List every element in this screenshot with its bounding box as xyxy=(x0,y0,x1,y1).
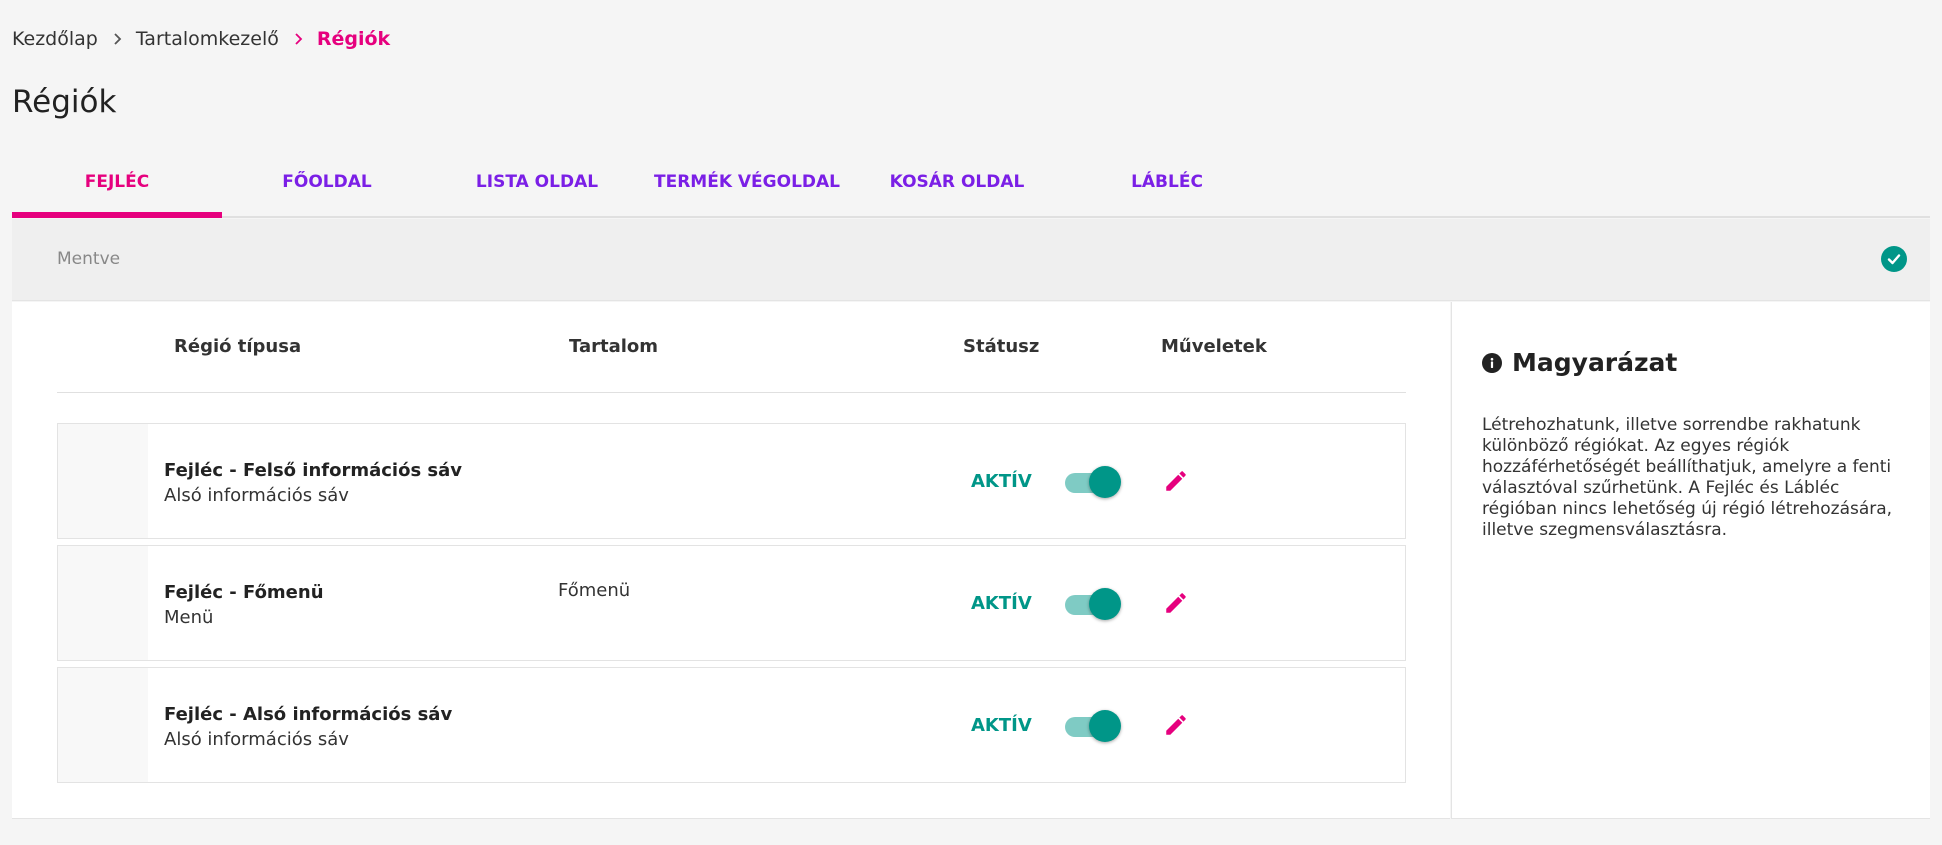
save-status-text: Mentve xyxy=(57,249,121,269)
region-title: Fejléc - Főmenü xyxy=(164,582,324,603)
drag-handle[interactable] xyxy=(58,668,148,782)
chevron-right-icon xyxy=(293,33,303,45)
chevron-right-icon xyxy=(112,33,122,45)
status-toggle[interactable] xyxy=(1063,587,1121,620)
tab-termek-vegoldal[interactable]: TERMÉK VÉGOLDAL xyxy=(642,160,852,216)
breadcrumb-current: Régiók xyxy=(316,28,391,50)
region-subtitle: Alsó információs sáv xyxy=(164,485,349,506)
table-row: Fejléc - Alsó információs sáv Alsó infor… xyxy=(57,667,1406,783)
regions-table-panel: Régió típusa Tartalom Státusz Műveletek … xyxy=(12,302,1450,819)
explanation-title-text: Magyarázat xyxy=(1512,348,1678,377)
status-toggle[interactable] xyxy=(1063,709,1121,742)
edit-icon[interactable] xyxy=(1161,466,1191,496)
region-title: Fejléc - Alsó információs sáv xyxy=(164,704,453,725)
table-row: Fejléc - Főmenü Menü Főmenü AKTÍV xyxy=(57,545,1406,661)
explanation-title: Magyarázat xyxy=(1482,348,1677,377)
region-name: Fejléc - Felső információs sáv Alsó info… xyxy=(164,458,462,508)
page-title: Régiók xyxy=(12,84,117,120)
explanation-panel: Magyarázat Létrehozhatunk, illetve sorre… xyxy=(1451,302,1930,819)
table-row: Fejléc - Felső információs sáv Alsó info… xyxy=(57,423,1406,539)
region-subtitle: Alsó információs sáv xyxy=(164,729,349,750)
status-badge: AKTÍV xyxy=(971,471,1032,492)
region-content: Főmenü xyxy=(558,580,631,601)
table-header: Régió típusa Tartalom Státusz Műveletek xyxy=(57,302,1406,393)
region-title: Fejléc - Felső információs sáv xyxy=(164,460,463,481)
breadcrumb-section-link[interactable]: Tartalomkezelő xyxy=(136,28,279,50)
region-name: Fejléc - Alsó információs sáv Alsó infor… xyxy=(164,702,452,752)
header-region-type: Régió típusa xyxy=(174,336,302,357)
tab-lablec[interactable]: LÁBLÉC xyxy=(1062,160,1272,216)
header-status: Státusz xyxy=(963,336,1040,357)
region-subtitle: Menü xyxy=(164,607,214,628)
tab-fooldal[interactable]: FŐOLDAL xyxy=(222,160,432,216)
status-toggle[interactable] xyxy=(1063,465,1121,498)
tab-lista-oldal[interactable]: LISTA OLDAL xyxy=(432,160,642,216)
check-circle-icon xyxy=(1881,246,1907,272)
tab-fejlec[interactable]: FEJLÉC xyxy=(12,160,222,218)
breadcrumb-home-link[interactable]: Kezdőlap xyxy=(12,28,98,50)
status-badge: AKTÍV xyxy=(971,593,1032,614)
drag-handle[interactable] xyxy=(58,424,148,538)
region-tabs: FEJLÉC FŐOLDAL LISTA OLDAL TERMÉK VÉGOLD… xyxy=(12,160,1930,218)
info-icon xyxy=(1482,352,1502,373)
header-actions: Műveletek xyxy=(1161,336,1267,357)
explanation-text: Létrehozhatunk, illetve sorrendbe rakhat… xyxy=(1482,415,1893,540)
header-content: Tartalom xyxy=(569,336,659,357)
edit-icon[interactable] xyxy=(1161,710,1191,740)
drag-handle[interactable] xyxy=(58,546,148,660)
breadcrumb: Kezdőlap Tartalomkezelő Régiók xyxy=(12,28,390,50)
edit-icon[interactable] xyxy=(1161,588,1191,618)
region-name: Fejléc - Főmenü Menü xyxy=(164,580,324,630)
tab-kosar-oldal[interactable]: KOSÁR OLDAL xyxy=(852,160,1062,216)
status-badge: AKTÍV xyxy=(971,715,1032,736)
save-status-bar: Mentve xyxy=(12,219,1930,301)
